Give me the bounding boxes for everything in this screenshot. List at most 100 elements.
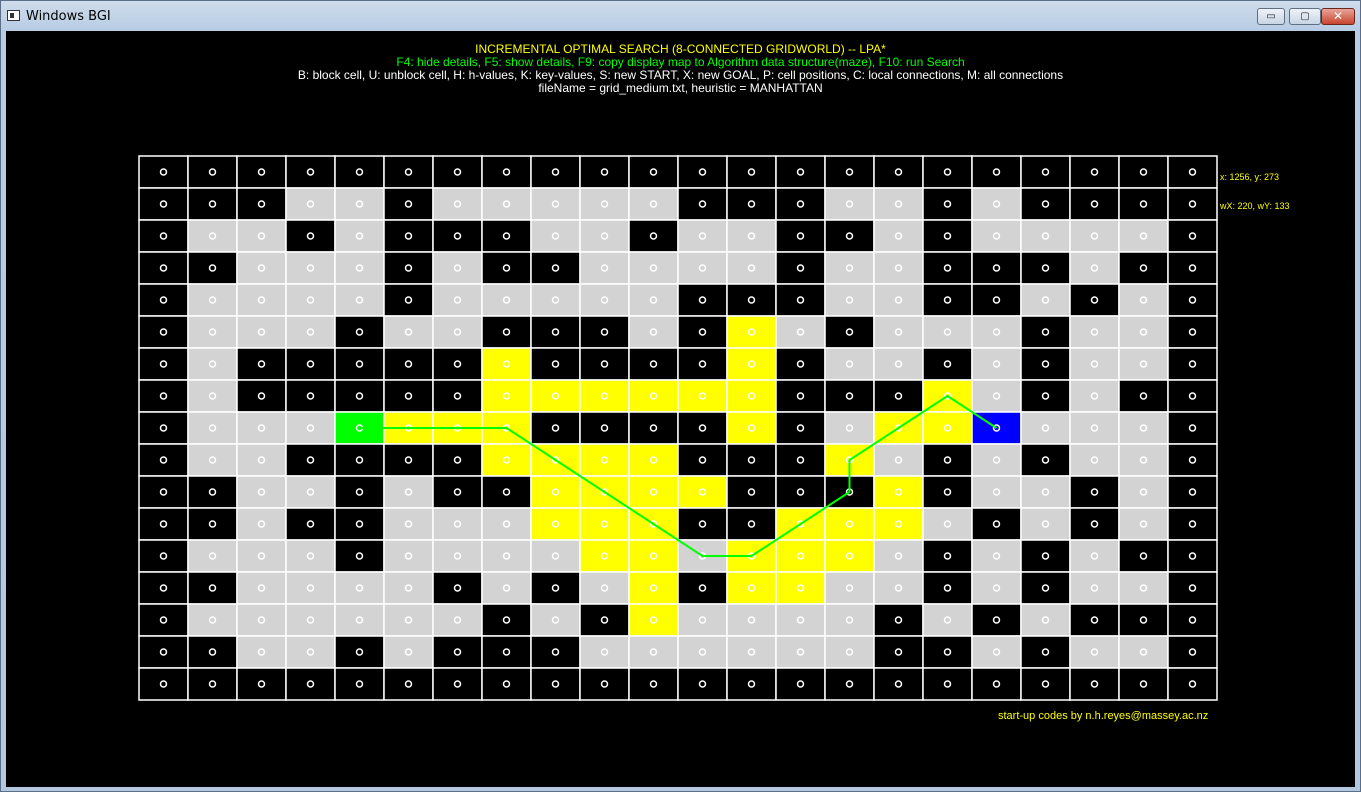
blocked-cell[interactable] xyxy=(1069,603,1120,637)
free-cell[interactable] xyxy=(432,251,483,285)
blocked-cell[interactable] xyxy=(677,571,728,605)
free-cell[interactable] xyxy=(1020,507,1071,541)
blocked-cell[interactable] xyxy=(187,187,238,221)
free-cell[interactable] xyxy=(873,347,924,381)
blocked-cell[interactable] xyxy=(775,667,826,701)
free-cell[interactable] xyxy=(579,571,630,605)
blocked-cell[interactable] xyxy=(481,155,532,189)
free-cell[interactable] xyxy=(1118,443,1169,477)
blocked-cell[interactable] xyxy=(432,475,483,509)
blocked-cell[interactable] xyxy=(1020,251,1071,285)
free-cell[interactable] xyxy=(971,635,1022,669)
free-cell[interactable] xyxy=(726,251,777,285)
blocked-cell[interactable] xyxy=(138,187,189,221)
blocked-cell[interactable] xyxy=(922,539,973,573)
free-cell[interactable] xyxy=(187,219,238,253)
blocked-cell[interactable] xyxy=(432,379,483,413)
blocked-cell[interactable] xyxy=(334,155,385,189)
blocked-cell[interactable] xyxy=(1167,155,1218,189)
blocked-cell[interactable] xyxy=(922,347,973,381)
free-cell[interactable] xyxy=(1069,379,1120,413)
free-cell[interactable] xyxy=(383,475,434,509)
blocked-cell[interactable] xyxy=(432,155,483,189)
blocked-cell[interactable] xyxy=(530,315,581,349)
free-cell[interactable] xyxy=(1069,635,1120,669)
free-cell[interactable] xyxy=(1069,539,1120,573)
blocked-cell[interactable] xyxy=(138,443,189,477)
free-cell[interactable] xyxy=(971,443,1022,477)
blocked-cell[interactable] xyxy=(1020,571,1071,605)
free-cell[interactable] xyxy=(726,219,777,253)
blocked-cell[interactable] xyxy=(824,667,875,701)
free-cell[interactable] xyxy=(824,187,875,221)
free-cell[interactable] xyxy=(1020,283,1071,317)
blocked-cell[interactable] xyxy=(383,251,434,285)
blocked-cell[interactable] xyxy=(138,475,189,509)
blocked-cell[interactable] xyxy=(971,603,1022,637)
blocked-cell[interactable] xyxy=(1020,347,1071,381)
free-cell[interactable] xyxy=(334,283,385,317)
free-cell[interactable] xyxy=(1118,283,1169,317)
close-button[interactable]: ✕ xyxy=(1321,8,1355,25)
free-cell[interactable] xyxy=(187,315,238,349)
free-cell[interactable] xyxy=(187,539,238,573)
blocked-cell[interactable] xyxy=(579,411,630,445)
free-cell[interactable] xyxy=(579,187,630,221)
blocked-cell[interactable] xyxy=(677,187,728,221)
free-cell[interactable] xyxy=(530,283,581,317)
free-cell[interactable] xyxy=(579,283,630,317)
blocked-cell[interactable] xyxy=(726,155,777,189)
blocked-cell[interactable] xyxy=(1118,155,1169,189)
blocked-cell[interactable] xyxy=(1020,155,1071,189)
minimize-button[interactable]: ▭ xyxy=(1257,8,1285,25)
free-cell[interactable] xyxy=(824,347,875,381)
blocked-cell[interactable] xyxy=(138,315,189,349)
expanded-cell[interactable] xyxy=(579,539,630,573)
free-cell[interactable] xyxy=(971,571,1022,605)
blocked-cell[interactable] xyxy=(1167,251,1218,285)
blocked-cell[interactable] xyxy=(775,379,826,413)
free-cell[interactable] xyxy=(285,187,336,221)
blocked-cell[interactable] xyxy=(138,219,189,253)
free-cell[interactable] xyxy=(530,603,581,637)
expanded-cell[interactable] xyxy=(677,379,728,413)
free-cell[interactable] xyxy=(1069,571,1120,605)
blocked-cell[interactable] xyxy=(922,443,973,477)
free-cell[interactable] xyxy=(1118,571,1169,605)
free-cell[interactable] xyxy=(971,219,1022,253)
blocked-cell[interactable] xyxy=(432,347,483,381)
free-cell[interactable] xyxy=(971,187,1022,221)
blocked-cell[interactable] xyxy=(824,219,875,253)
blocked-cell[interactable] xyxy=(677,315,728,349)
free-cell[interactable] xyxy=(236,315,287,349)
blocked-cell[interactable] xyxy=(922,283,973,317)
free-cell[interactable] xyxy=(824,571,875,605)
expanded-cell[interactable] xyxy=(726,347,777,381)
blocked-cell[interactable] xyxy=(1167,411,1218,445)
blocked-cell[interactable] xyxy=(432,443,483,477)
free-cell[interactable] xyxy=(334,571,385,605)
blocked-cell[interactable] xyxy=(1069,155,1120,189)
free-cell[interactable] xyxy=(873,571,924,605)
blocked-cell[interactable] xyxy=(873,635,924,669)
free-cell[interactable] xyxy=(775,635,826,669)
free-cell[interactable] xyxy=(873,539,924,573)
blocked-cell[interactable] xyxy=(334,443,385,477)
blocked-cell[interactable] xyxy=(187,507,238,541)
blocked-cell[interactable] xyxy=(1118,251,1169,285)
free-cell[interactable] xyxy=(628,251,679,285)
expanded-cell[interactable] xyxy=(628,603,679,637)
blocked-cell[interactable] xyxy=(775,155,826,189)
expanded-cell[interactable] xyxy=(579,443,630,477)
maximize-button[interactable]: ▢ xyxy=(1289,8,1321,25)
free-cell[interactable] xyxy=(1118,315,1169,349)
expanded-cell[interactable] xyxy=(775,571,826,605)
blocked-cell[interactable] xyxy=(726,283,777,317)
blocked-cell[interactable] xyxy=(285,379,336,413)
blocked-cell[interactable] xyxy=(138,155,189,189)
blocked-cell[interactable] xyxy=(873,379,924,413)
free-cell[interactable] xyxy=(922,603,973,637)
blocked-cell[interactable] xyxy=(677,507,728,541)
free-cell[interactable] xyxy=(530,539,581,573)
free-cell[interactable] xyxy=(677,603,728,637)
